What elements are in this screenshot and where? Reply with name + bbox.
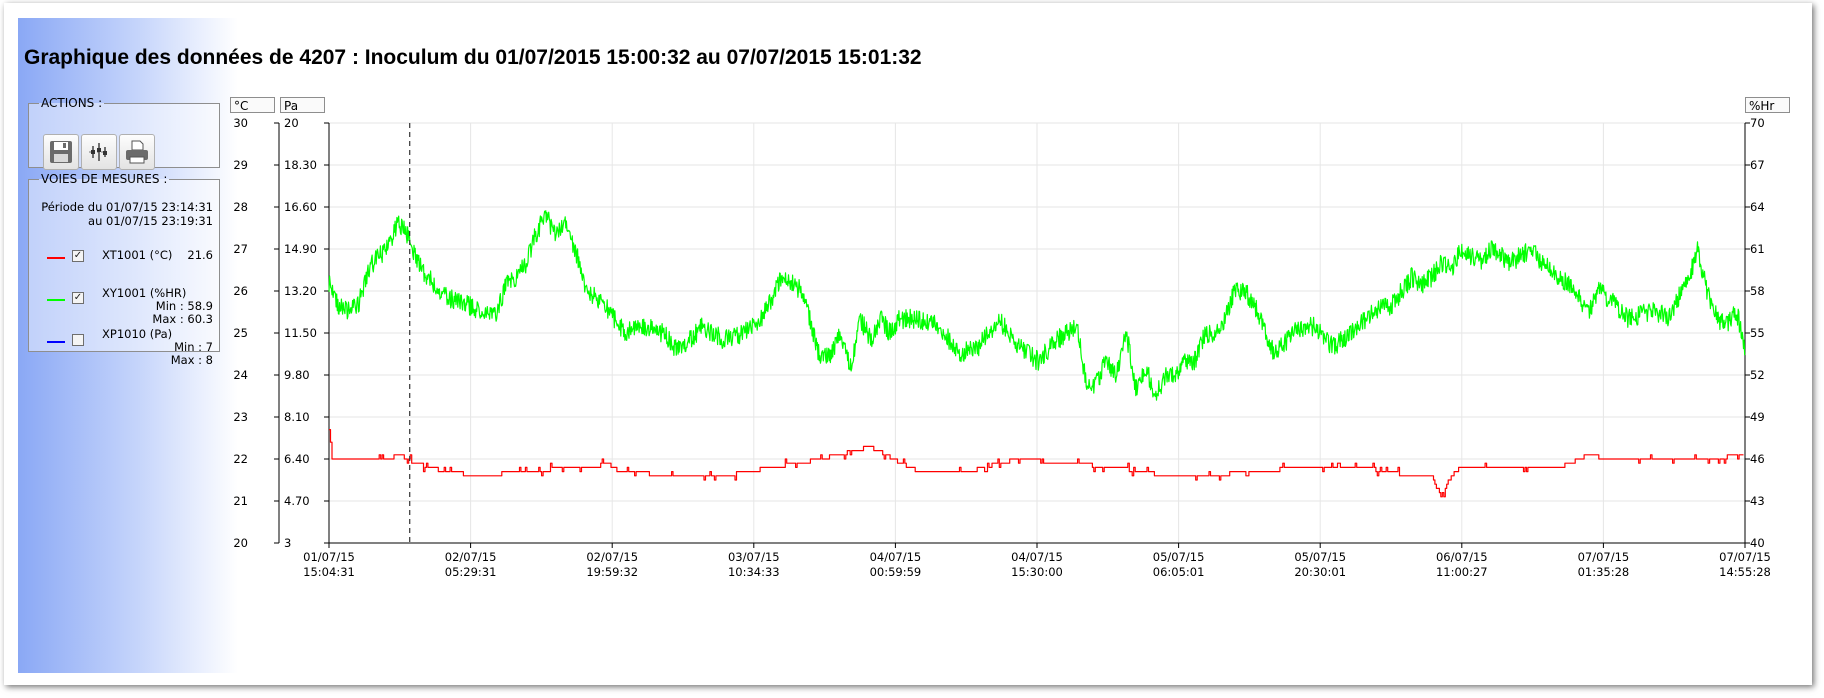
celsius-axis-tick-label: 20 — [233, 536, 248, 550]
x-tick-time: 01:35:28 — [1578, 565, 1630, 579]
humidity-axis-tick-label: 52 — [1750, 368, 1765, 382]
celsius-axis-tick-label: 28 — [233, 200, 248, 214]
x-tick-date: 01/07/15 — [303, 550, 355, 564]
humidity-axis-tick-label: 43 — [1750, 494, 1765, 508]
humidity-axis-tick-label: 70 — [1750, 116, 1765, 130]
x-tick-time: 00:59:59 — [870, 565, 922, 579]
line-chart[interactable]: 20 21 22 23 24 25 26 27 28 29 30 3 4.70 6.40 8.10 9.80 1… — [0, 0, 1824, 698]
celsius-axis-tick-label: 25 — [233, 326, 248, 340]
humidity-axis-tick-label: 46 — [1750, 452, 1765, 466]
humidity-axis-tick-label: 67 — [1750, 158, 1765, 172]
series-line-xt1001 — [329, 429, 1744, 498]
x-tick-time: 20:30:01 — [1294, 565, 1346, 579]
x-tick-time: 11:00:27 — [1436, 565, 1488, 579]
pascal-axis-tick-label: 9.80 — [284, 368, 310, 382]
humidity-axis-tick-label: 64 — [1750, 200, 1765, 214]
x-tick-time: 06:05:01 — [1153, 565, 1205, 579]
celsius-axis-tick-label: 30 — [233, 116, 248, 130]
pascal-axis-tick-label: 20 — [284, 116, 299, 130]
x-tick-date: 02/07/15 — [586, 550, 638, 564]
pascal-axis-tick-label: 14.90 — [284, 242, 317, 256]
celsius-axis-tick-label: 23 — [233, 410, 248, 424]
x-tick-date: 02/07/15 — [445, 550, 497, 564]
x-tick-date: 07/07/15 — [1578, 550, 1630, 564]
pascal-axis-tick-label: 13.20 — [284, 284, 317, 298]
x-tick-time: 15:30:00 — [1011, 565, 1063, 579]
humidity-axis-tick-label: 49 — [1750, 410, 1765, 424]
x-tick-date: 03/07/15 — [728, 550, 780, 564]
humidity-axis-tick-label: 40 — [1750, 536, 1765, 550]
x-tick-date: 06/07/15 — [1436, 550, 1488, 564]
x-tick-time: 14:55:28 — [1719, 565, 1771, 579]
pascal-axis-tick-label: 11.50 — [284, 326, 317, 340]
pascal-axis-tick-label: 6.40 — [284, 452, 310, 466]
humidity-axis-tick-label: 58 — [1750, 284, 1765, 298]
celsius-axis-tick-label: 26 — [233, 284, 248, 298]
celsius-axis-tick-label: 21 — [233, 494, 248, 508]
celsius-axis-tick-label: 29 — [233, 158, 248, 172]
pascal-axis-tick-label: 18.30 — [284, 158, 317, 172]
pascal-axis-tick-label: 4.70 — [284, 494, 310, 508]
celsius-axis-tick-label: 27 — [233, 242, 248, 256]
x-tick-time: 05:29:31 — [445, 565, 497, 579]
celsius-axis-tick-label: 24 — [233, 368, 248, 382]
pascal-axis-tick-label: 16.60 — [284, 200, 317, 214]
x-tick-time: 19:59:32 — [586, 565, 638, 579]
x-tick-date: 05/07/15 — [1153, 550, 1205, 564]
x-tick-date: 07/07/15 — [1719, 550, 1771, 564]
x-tick-date: 04/07/15 — [870, 550, 922, 564]
pascal-axis-tick-label: 3 — [284, 536, 291, 550]
humidity-axis-tick-label: 61 — [1750, 242, 1765, 256]
x-tick-time: 10:34:33 — [728, 565, 780, 579]
x-tick-date: 04/07/15 — [1011, 550, 1063, 564]
humidity-axis-tick-label: 55 — [1750, 326, 1765, 340]
pascal-axis-tick-label: 8.10 — [284, 410, 310, 424]
celsius-axis-tick-label: 22 — [233, 452, 248, 466]
x-tick-time: 15:04:31 — [303, 565, 355, 579]
x-tick-date: 05/07/15 — [1294, 550, 1346, 564]
